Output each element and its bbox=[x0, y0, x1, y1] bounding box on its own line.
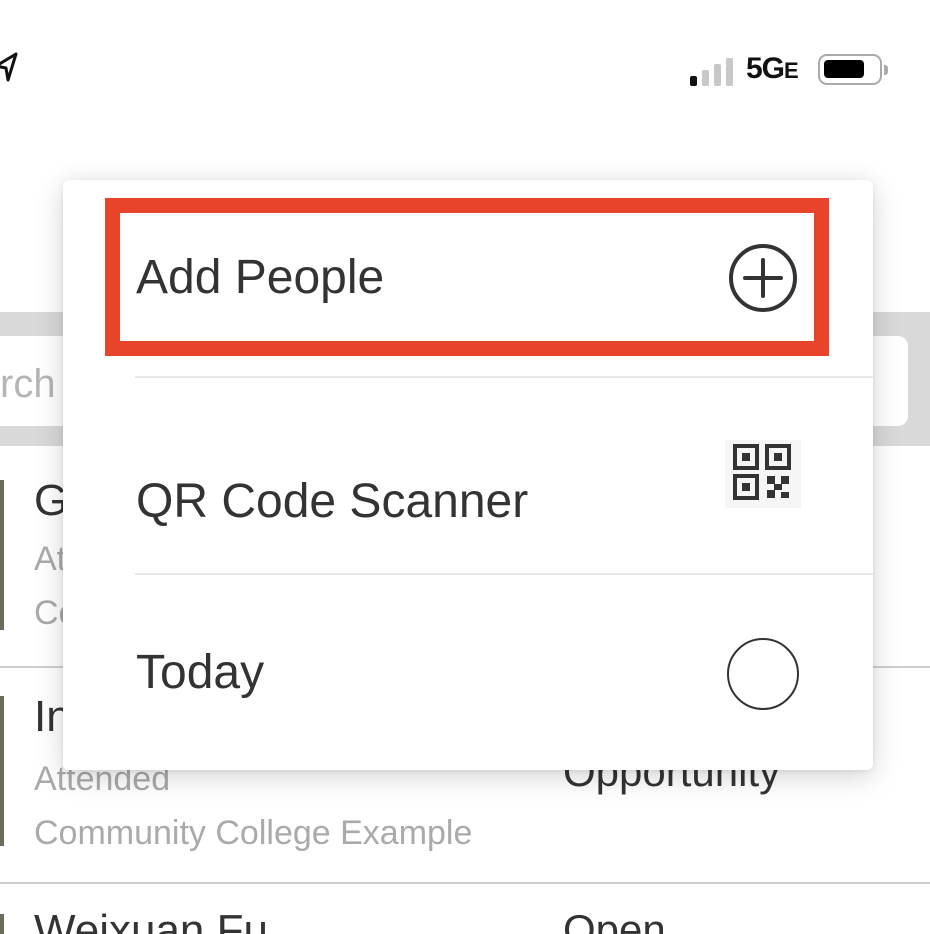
menu-item-today[interactable]: Today bbox=[135, 573, 873, 769]
plus-circle-icon[interactable] bbox=[727, 242, 799, 314]
search-placeholder: rch bbox=[0, 362, 56, 406]
battery-icon bbox=[818, 54, 888, 85]
empty-circle-icon[interactable] bbox=[727, 638, 799, 710]
menu-item-label: QR Code Scanner bbox=[136, 475, 529, 528]
person-attendance: At bbox=[34, 540, 67, 578]
avatar bbox=[0, 696, 4, 846]
list-item[interactable]: Weixuan Fu Open bbox=[0, 884, 930, 934]
avatar bbox=[0, 914, 4, 934]
network-indicator: 5GE bbox=[746, 52, 799, 85]
person-name: Weixuan Fu bbox=[34, 906, 268, 934]
person-school: Community College Example bbox=[34, 814, 473, 852]
avatar bbox=[0, 480, 4, 630]
menu-item-add-people[interactable]: Add People bbox=[63, 180, 873, 376]
dropdown-menu: Add People QR Code Scanner Today bbox=[63, 180, 873, 770]
menu-item-label: Add People bbox=[136, 251, 385, 304]
menu-item-label: Today bbox=[136, 646, 265, 699]
cellular-signal-icon bbox=[690, 56, 742, 86]
status-label: Open bbox=[563, 906, 666, 934]
status-bar: 5GE bbox=[0, 0, 930, 130]
location-arrow-icon bbox=[0, 52, 18, 82]
qr-code-icon[interactable] bbox=[725, 440, 801, 508]
menu-item-qr-code-scanner[interactable]: QR Code Scanner bbox=[135, 376, 873, 572]
